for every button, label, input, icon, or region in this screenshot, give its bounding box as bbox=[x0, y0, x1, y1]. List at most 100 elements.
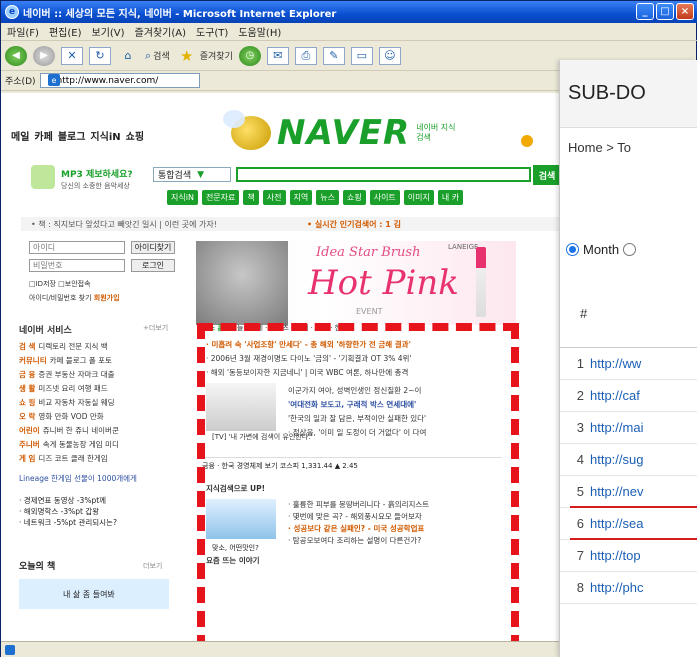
login-button[interactable]: 로그인 bbox=[131, 259, 175, 272]
sidebar-item[interactable]: 오 락 영화 만화 VOD 만화 bbox=[19, 411, 104, 423]
sidebar-item[interactable]: 커뮤니티 카페 블로그 폴 포토 bbox=[19, 355, 112, 367]
table-row[interactable]: 6 http://sea bbox=[560, 508, 697, 540]
naver-logo[interactable]: NAVER 네이버 지식검색 bbox=[223, 110, 456, 153]
search-tab[interactable]: 내 카 bbox=[437, 190, 464, 205]
refresh-icon[interactable]: ↻ bbox=[89, 46, 111, 65]
find-id-link[interactable]: 아이디찾기 bbox=[131, 241, 175, 254]
table-row[interactable]: 1 http://ww bbox=[560, 348, 697, 380]
mp3-promo[interactable]: MP3 제보하세요? 당신의 소중한 음악세상 bbox=[31, 163, 151, 203]
menu-tools[interactable]: 도구(T) bbox=[196, 24, 228, 39]
search-tab[interactable]: 지식iN bbox=[167, 190, 198, 205]
folder-icon[interactable]: ▭ bbox=[350, 46, 373, 65]
sidebar-promo[interactable]: Lineage 한게임 선물이 1000개에게 bbox=[19, 473, 137, 485]
home-icon[interactable]: ⌂ bbox=[117, 45, 139, 67]
search-tab[interactable]: 사전 bbox=[262, 190, 286, 205]
table-row[interactable]: 2 http://caf bbox=[560, 380, 697, 412]
nav-cafe[interactable]: 카페 bbox=[34, 128, 52, 143]
kin-thumbnail[interactable] bbox=[206, 499, 276, 539]
sidebar-green-item[interactable]: · 해외명학스 -3%pt 갑왕 bbox=[19, 506, 169, 517]
table-row[interactable]: 3 http://mai bbox=[560, 412, 697, 444]
sidebar-item[interactable]: 생 활 미즈넷 요리 여행 패드 bbox=[19, 383, 108, 395]
sidebar-more-link[interactable]: +더보기 bbox=[143, 323, 168, 333]
menu-help[interactable]: 도움말(H) bbox=[238, 24, 281, 39]
news-side-item[interactable]: '한국의 일과 잘 담은, 부적이만 실패한 있다' bbox=[288, 413, 426, 424]
search-tab[interactable]: 쇼핑 bbox=[342, 190, 366, 205]
news-headline[interactable]: · 미흡려 속 '사업조항' 만세다' - 총 해외 '하향한가 전 금해 결과… bbox=[206, 339, 411, 350]
nav-kin[interactable]: 지식iN bbox=[90, 128, 120, 143]
sidebar-item[interactable]: 주니버 속게 동물농장 게임 미디 bbox=[19, 439, 119, 451]
search-toolbar-button[interactable]: ⌕ 검색 bbox=[145, 45, 170, 67]
password-field[interactable]: 비밀번호 bbox=[29, 259, 125, 272]
search-tab[interactable]: 책 bbox=[243, 190, 259, 205]
sidebar-item[interactable]: 금 융 증권 부동산 자마크 대출 bbox=[19, 369, 115, 381]
maximize-button[interactable]: □ bbox=[656, 3, 674, 20]
messenger-icon[interactable]: ☺ bbox=[378, 46, 401, 65]
edit-icon[interactable]: ✎ bbox=[322, 46, 345, 65]
news-item[interactable]: · 2006년 3월 재경이명도 다이노 '금의' - '기획결과 OT 3% … bbox=[206, 353, 412, 364]
sidebar-item[interactable]: 쇼 핑 비교 자동차 자동실 웨딩 bbox=[19, 397, 115, 409]
favorites-toolbar-button[interactable]: ★ 즐겨찾기 bbox=[176, 45, 233, 67]
sidebar-item[interactable]: 어린이 쥬니버 한 쥬니 네이버쿤 bbox=[19, 425, 119, 437]
sidebar-green-item[interactable]: · 네트워크 -5%pt 관리되시는? bbox=[19, 517, 169, 528]
news-side-item[interactable]: 이군가지 여아, 성벽인생인 정신질환 2~이 bbox=[288, 385, 421, 396]
login-options[interactable]: □ID저장 □보안접속 bbox=[29, 279, 91, 289]
search-type-select[interactable]: 통합검색 ▼ bbox=[153, 167, 231, 182]
sidebar-item[interactable]: 검 색 디렉토리 전문 지식 백 bbox=[19, 341, 108, 353]
nav-shopping[interactable]: 쇼핑 bbox=[126, 128, 144, 143]
forward-icon[interactable]: ▶ bbox=[33, 45, 55, 66]
address-input[interactable] bbox=[39, 73, 200, 88]
nav-blog[interactable]: 블로그 bbox=[58, 128, 86, 143]
kin-item[interactable]: · 성공보다 같은 실패인? - 미국 성공학업표 bbox=[288, 523, 424, 534]
row-url[interactable]: http://caf bbox=[590, 388, 640, 403]
table-row[interactable]: 4 http://sug bbox=[560, 444, 697, 476]
stock-bar[interactable]: 금융 · 한국 경영체제 보기 코스피 1,331.44 ▲ 2.45 bbox=[202, 457, 502, 471]
search-tab[interactable]: 뉴스 bbox=[316, 190, 339, 205]
sidebar-green-item[interactable]: · 경제연표 동영상 -3%pt께 bbox=[19, 495, 169, 506]
back-icon[interactable]: ◀ bbox=[5, 45, 27, 66]
realtime-keywords[interactable]: • 실시간 인기검색어 : 1 김 bbox=[307, 219, 401, 230]
print-icon[interactable]: ⎙ bbox=[294, 46, 317, 65]
row-url[interactable]: http://top bbox=[590, 548, 641, 563]
close-button[interactable]: × bbox=[676, 3, 694, 20]
search-input[interactable] bbox=[236, 167, 531, 182]
search-tab[interactable]: 지역 bbox=[289, 190, 313, 205]
radio-month[interactable] bbox=[566, 243, 579, 256]
news-thumbnail[interactable] bbox=[206, 383, 276, 431]
news-tab-list[interactable]: · 오늘 · 국제 · 스포츠 · 연예 · 일반 · 한국증 bbox=[226, 324, 354, 332]
search-tab[interactable]: 이미지 bbox=[403, 190, 434, 205]
news-side-item[interactable]: '여대전화 보도고, 구래적 박스 연세대에' bbox=[288, 399, 416, 410]
table-row[interactable]: 7 http://top bbox=[560, 540, 697, 572]
breadcrumb[interactable]: Home > To bbox=[568, 140, 631, 155]
table-row[interactable]: 5 http://nev bbox=[560, 476, 697, 508]
radio-other[interactable] bbox=[623, 243, 637, 256]
nav-mail[interactable]: 메일 bbox=[11, 128, 29, 143]
news-side-item[interactable]: · 정상을, '이미 일 도정이 더 거없다' 이 다여 bbox=[288, 427, 426, 438]
book-more-link[interactable]: 더보기 bbox=[143, 561, 162, 571]
news-home-tab[interactable]: 뉴스 홈 bbox=[202, 324, 224, 332]
search-tab[interactable]: 전문자료 bbox=[201, 190, 240, 205]
stop-icon[interactable]: ✕ bbox=[61, 46, 83, 65]
signup-link[interactable]: 회원가입 bbox=[94, 294, 120, 302]
id-field[interactable]: 아이디 bbox=[29, 241, 125, 254]
news-item[interactable]: · 해외 '동등보이자한 지금네니' | 미국 WBC 여론, 하나만에 총격 bbox=[206, 367, 408, 378]
minimize-button[interactable]: _ bbox=[636, 3, 654, 20]
row-url[interactable]: http://sea bbox=[590, 516, 643, 531]
search-button[interactable]: 검색 bbox=[533, 165, 561, 185]
search-tab[interactable]: 사이트 bbox=[369, 190, 400, 205]
menu-file[interactable]: 파일(F) bbox=[7, 24, 39, 39]
menu-view[interactable]: 보기(V) bbox=[92, 24, 125, 39]
table-row[interactable]: 8 http://phc bbox=[560, 572, 697, 604]
row-url[interactable]: http://mai bbox=[590, 420, 643, 435]
hot-pink-banner[interactable]: Idea Star Brush Hot Pink EVENT LANEIGE bbox=[196, 241, 516, 325]
find-password-link[interactable]: 아이디/비밀번호 찾기 bbox=[29, 294, 92, 302]
book-item[interactable]: 내 삶 좀 들여봐 bbox=[19, 579, 169, 609]
kin-item[interactable]: · 탐공모보여다 조리하는 설명이 다른건가? bbox=[288, 535, 421, 546]
kin-item[interactable]: · 몇번에 맞은 곡? - 해외풍시요모 들어보자 bbox=[288, 511, 422, 522]
history-icon[interactable]: ◷ bbox=[238, 45, 261, 66]
row-url[interactable]: http://ww bbox=[590, 356, 641, 371]
menu-edit[interactable]: 편집(E) bbox=[49, 24, 82, 39]
row-url[interactable]: http://phc bbox=[590, 580, 643, 595]
sidebar-item[interactable]: 게 임 디즈 코트 클래 한게임 bbox=[19, 453, 108, 465]
notice-text[interactable]: • 책 : 직지보다 앞섰다고 빼앗긴 일시 | 이런 곳에 가자! bbox=[31, 219, 217, 230]
mail-icon[interactable]: ✉ bbox=[266, 46, 289, 65]
